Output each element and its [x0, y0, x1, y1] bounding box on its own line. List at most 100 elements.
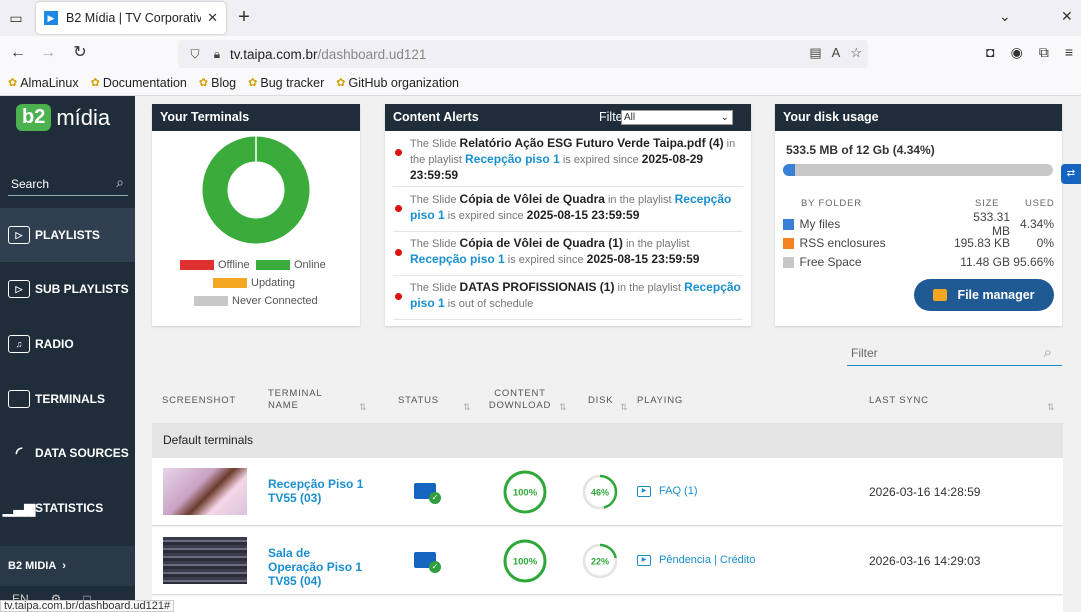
- sidebar-item-radio[interactable]: ♫ RADIO: [0, 317, 135, 371]
- sidebar-search-input[interactable]: Search ⌕: [8, 172, 128, 196]
- alert-text: The Slide: [410, 138, 457, 150]
- alerts-filter-select[interactable]: All ⌄: [621, 110, 733, 125]
- forward-icon[interactable]: →: [38, 43, 58, 63]
- folder-size: 11.48 GB: [960, 255, 1010, 269]
- account-icon[interactable]: ◉: [1011, 44, 1023, 61]
- close-window-icon[interactable]: ✕: [1061, 8, 1073, 25]
- terminal-name-link[interactable]: Sala de Operação Piso 1 TV85 (04): [268, 546, 368, 588]
- bookmark-star-icon[interactable]: ☆: [850, 45, 862, 61]
- sidebar-item-terminals[interactable]: TERMINALS: [0, 372, 135, 426]
- search-icon[interactable]: ⌕: [1044, 342, 1052, 364]
- bookmark-item[interactable]: ✿ Blog: [199, 76, 236, 90]
- alert-item[interactable]: The Slide Relatório Ação ESG Futuro Verd…: [393, 136, 743, 187]
- sort-icon[interactable]: ⇅: [463, 402, 471, 413]
- alert-item[interactable]: The Slide Cópia de Vôlei de Quadra in th…: [393, 192, 743, 232]
- col-last-sync[interactable]: LAST SYNC: [869, 395, 929, 407]
- alert-slide: DATAS PROFISSIONAIS (1): [459, 280, 615, 294]
- alert-text: The Slide: [410, 282, 457, 294]
- sort-icon[interactable]: ⇅: [1047, 402, 1055, 413]
- content-alerts-card: Content Alerts Filter All ⌄ The Slide Rel…: [385, 104, 751, 326]
- chevron-down-icon[interactable]: ⌄: [999, 8, 1011, 25]
- sidebar-item-playlists[interactable]: ▷ PLAYLISTS: [0, 208, 135, 262]
- terminals-filter-input[interactable]: Filter ⌕: [847, 342, 1062, 366]
- file-manager-button[interactable]: File manager: [914, 279, 1054, 311]
- card-title: Your disk usage: [775, 104, 1062, 131]
- terminal-screenshot[interactable]: [163, 537, 247, 584]
- header-used: USED: [1025, 198, 1055, 209]
- sidebar-item-label: SUB PLAYLISTS: [35, 282, 129, 296]
- sidebar-item-statistics[interactable]: ▁▃▆ STATISTICS: [0, 481, 135, 535]
- disk-summary: 533.5 MB of 12 Gb (4.34%): [786, 143, 935, 157]
- playing-label: FAQ (1): [659, 485, 698, 497]
- disk-usage-ring: 46%: [582, 474, 618, 510]
- side-widget-icon[interactable]: ⇄: [1061, 164, 1081, 184]
- search-icon[interactable]: ⌕: [116, 174, 124, 191]
- alert-text: is expired since: [507, 254, 584, 266]
- play-icon: ▶: [637, 554, 651, 566]
- folder-used: 95.66%: [1013, 255, 1054, 269]
- tab-list-icon[interactable]: ▭: [6, 8, 26, 28]
- sidebar-company-menu[interactable]: B2 MIDIA ›: [0, 546, 135, 586]
- col-content-download[interactable]: CONTENT DOWNLOAD: [485, 388, 555, 412]
- col-terminal-name[interactable]: TERMINAL NAME: [268, 388, 348, 412]
- close-tab-icon[interactable]: ✕: [207, 10, 218, 26]
- disk-usage-ring: 22%: [582, 543, 618, 579]
- alert-text: The Slide: [410, 194, 457, 206]
- alert-text: is expired since: [562, 154, 639, 166]
- alert-date: 2025-08-15 23:59:59: [586, 252, 700, 266]
- alert-item[interactable]: The Slide DATAS PROFISSIONAIS (1) in the…: [393, 280, 743, 320]
- group-default-terminals[interactable]: Default terminals: [152, 423, 1063, 458]
- extensions-icon[interactable]: ⧉: [1039, 44, 1049, 61]
- playing-link[interactable]: ▶ Pêndencia | Crédito: [637, 554, 755, 566]
- bookmark-item[interactable]: ✿ Documentation: [91, 76, 187, 90]
- sort-icon[interactable]: ⇅: [359, 402, 367, 413]
- terminal-screenshot[interactable]: [163, 468, 247, 515]
- table-row[interactable]: [152, 596, 1063, 612]
- b2-midia-logo[interactable]: b2 mídia: [16, 104, 110, 131]
- url-bar[interactable]: ⛉ 🔒︎ tv.taipa.com.br/dashboard.ud121 ▤ A…: [178, 40, 868, 68]
- alert-playlist-link[interactable]: Recepção piso 1: [465, 152, 560, 166]
- lock-icon[interactable]: 🔒︎: [208, 47, 226, 62]
- alert-item[interactable]: The Slide Cópia de Vôlei de Quadra (1) i…: [393, 236, 743, 276]
- bookmark-icon: ✿: [8, 77, 18, 89]
- url-host: tv.taipa.com.br: [230, 46, 318, 62]
- col-disk[interactable]: DISK: [588, 395, 613, 407]
- sidebar-item-label: PLAYLISTS: [35, 228, 100, 242]
- legend-offline: Offline: [180, 259, 250, 271]
- bookmark-icon: ✿: [248, 77, 258, 89]
- bookmark-item[interactable]: ✿ GitHub organization: [336, 76, 459, 90]
- bookmark-item[interactable]: ✿ Bug tracker: [248, 76, 324, 90]
- terminals-donut-chart: [202, 136, 310, 244]
- reader-mode-icon[interactable]: ▤: [809, 45, 821, 61]
- table-row[interactable]: Recepção Piso 1 TV55 (03) ✓ 100% 46% ▶ FA…: [152, 458, 1063, 526]
- disk-usage-bar: [783, 164, 1053, 176]
- pocket-icon[interactable]: ◘: [986, 44, 994, 61]
- table-row[interactable]: Sala de Operação Piso 1 TV85 (04) ✓ 100%…: [152, 527, 1063, 595]
- sidebar-item-sub-playlists[interactable]: ▷ SUB PLAYLISTS: [0, 262, 135, 316]
- sidebar-item-label: STATISTICS: [35, 501, 104, 515]
- disk-usage-fill: [783, 164, 795, 176]
- bookmark-item[interactable]: ✿ AlmaLinux: [8, 76, 79, 90]
- sidebar-item-data-sources[interactable]: ◜ DATA SOURCES: [0, 426, 135, 480]
- terminal-name-link[interactable]: Recepção Piso 1 TV55 (03): [268, 477, 368, 505]
- col-playing: PLAYING: [637, 395, 684, 406]
- translate-icon[interactable]: A: [832, 45, 841, 61]
- url-path: /dashboard.ud121: [317, 46, 427, 62]
- col-screenshot: SCREENSHOT: [162, 395, 236, 406]
- alert-date: 2025-08-15 23:59:59: [526, 208, 640, 222]
- shield-icon[interactable]: ⛉: [186, 47, 204, 62]
- playing-link[interactable]: ▶ FAQ (1): [637, 485, 698, 497]
- legend-updating: Updating: [213, 277, 295, 289]
- disk-row-free-space: Free Space 11.48 GB 95.66%: [783, 253, 1054, 271]
- alert-dot-icon: [395, 149, 402, 156]
- reload-icon[interactable]: ↻: [70, 43, 90, 63]
- back-icon[interactable]: ←: [8, 43, 28, 63]
- music-icon: ♫: [8, 335, 30, 353]
- sort-icon[interactable]: ⇅: [559, 402, 567, 413]
- browser-tab[interactable]: ▶ B2 Mídia | TV Corporativa ✕: [36, 2, 226, 34]
- new-tab-button[interactable]: +: [234, 6, 254, 28]
- menu-icon[interactable]: ≡: [1065, 44, 1073, 61]
- col-status[interactable]: STATUS: [398, 395, 439, 407]
- alert-playlist-link[interactable]: Recepção piso 1: [410, 252, 505, 266]
- sort-icon[interactable]: ⇅: [620, 402, 628, 413]
